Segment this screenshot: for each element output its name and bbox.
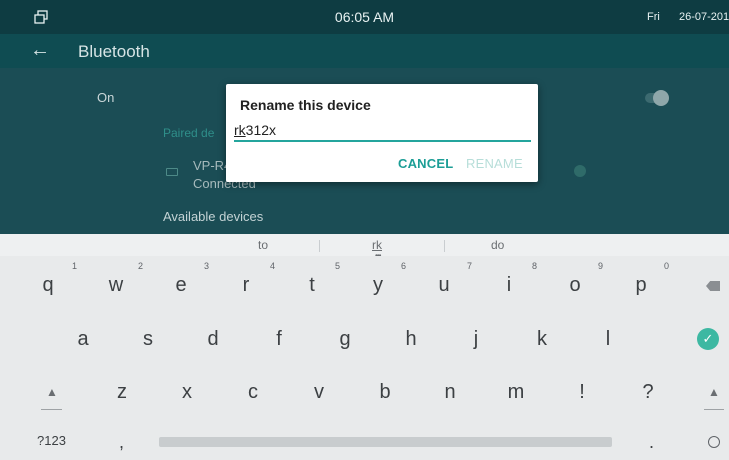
key-hint: 7 [467, 261, 473, 271]
enter-check-icon[interactable]: ✓ [697, 328, 719, 350]
spacebar[interactable] [159, 437, 612, 447]
bluetooth-toggle-knob[interactable] [653, 90, 669, 106]
shift-underline [41, 409, 62, 410]
gear-icon[interactable] [574, 165, 586, 177]
arrow-left-icon[interactable]: ← [30, 39, 50, 61]
suggestion-strip: to rk ••• do [0, 234, 729, 260]
available-devices-header: Available devices [163, 209, 264, 224]
key-z[interactable]: z [107, 381, 137, 404]
key-r[interactable]: r [231, 274, 261, 297]
key-b[interactable]: b [370, 381, 400, 404]
shift-underline [704, 409, 724, 410]
key-q[interactable]: q [33, 274, 63, 297]
key-y[interactable]: y [363, 274, 393, 297]
key-hint: 4 [270, 261, 276, 271]
backspace-icon[interactable] [706, 281, 720, 291]
paired-devices-header: Paired de [163, 126, 215, 140]
key-k[interactable]: k [527, 328, 557, 351]
rename-button[interactable]: RENAME [466, 156, 523, 171]
key-a[interactable]: a [68, 328, 98, 351]
key-g[interactable]: g [330, 328, 360, 351]
key-d[interactable]: d [198, 328, 228, 351]
key-h[interactable]: h [396, 328, 426, 351]
emoji-icon[interactable] [708, 436, 720, 448]
key-u[interactable]: u [429, 274, 459, 297]
status-day: Fri [647, 11, 660, 23]
key-c[interactable]: c [238, 381, 268, 404]
suggestion-item[interactable]: do [491, 238, 504, 252]
cancel-button[interactable]: CANCEL [398, 156, 453, 171]
key-i[interactable]: i [494, 274, 524, 297]
key-n[interactable]: n [435, 381, 465, 404]
key-comma[interactable]: , [119, 432, 124, 453]
key-j[interactable]: j [461, 328, 491, 351]
suggestion-item[interactable]: rk ••• [372, 238, 382, 260]
key-hint: 2 [138, 261, 144, 271]
monitor-icon [166, 168, 178, 176]
symbols-key[interactable]: ?123 [37, 433, 66, 448]
key-v[interactable]: v [304, 381, 334, 404]
key-l[interactable]: l [593, 328, 623, 351]
key-question[interactable]: ? [633, 381, 663, 404]
app-bar: ← Bluetooth [0, 34, 729, 68]
key-hint: 1 [72, 261, 78, 271]
shift-left-icon[interactable]: ▲ [46, 385, 58, 399]
suggestion-text: rk [372, 238, 382, 252]
dialog-title: Rename this device [240, 97, 371, 113]
key-f[interactable]: f [264, 328, 294, 351]
key-hint: 3 [204, 261, 210, 271]
key-w[interactable]: w [101, 274, 131, 297]
status-bar: 06:05 AM Fri 26-07-201 [0, 0, 729, 34]
rename-device-dialog: Rename this device rk312x CANCEL RENAME [226, 84, 538, 182]
key-x[interactable]: x [172, 381, 202, 404]
key-p[interactable]: p [626, 274, 656, 297]
key-period[interactable]: . [649, 432, 654, 453]
key-exclamation[interactable]: ! [567, 381, 597, 404]
key-e[interactable]: e [166, 274, 196, 297]
device-name-input[interactable]: rk312x [234, 120, 531, 142]
key-hint: 5 [335, 261, 341, 271]
key-hint: 9 [598, 261, 604, 271]
suggestion-divider [444, 240, 445, 252]
key-o[interactable]: o [560, 274, 590, 297]
suggestion-divider [319, 240, 320, 252]
input-composing-text: rk [234, 122, 246, 138]
key-hint: 8 [532, 261, 538, 271]
key-m[interactable]: m [501, 381, 531, 404]
on-screen-keyboard: q 1 w 2 e 3 r 4 t 5 y 6 u 7 i 8 o 9 p 0 … [0, 256, 729, 460]
key-hint: 6 [401, 261, 407, 271]
key-s[interactable]: s [133, 328, 163, 351]
key-hint: 0 [664, 261, 670, 271]
input-text: 312x [245, 122, 277, 138]
page-title: Bluetooth [78, 42, 150, 61]
bluetooth-toggle-label: On [97, 90, 115, 105]
status-time: 06:05 AM [334, 9, 395, 25]
status-date: 26-07-201 [679, 11, 729, 23]
shift-right-icon[interactable]: ▲ [708, 385, 720, 399]
suggestion-item[interactable]: to [258, 238, 268, 252]
key-t[interactable]: t [297, 274, 327, 297]
